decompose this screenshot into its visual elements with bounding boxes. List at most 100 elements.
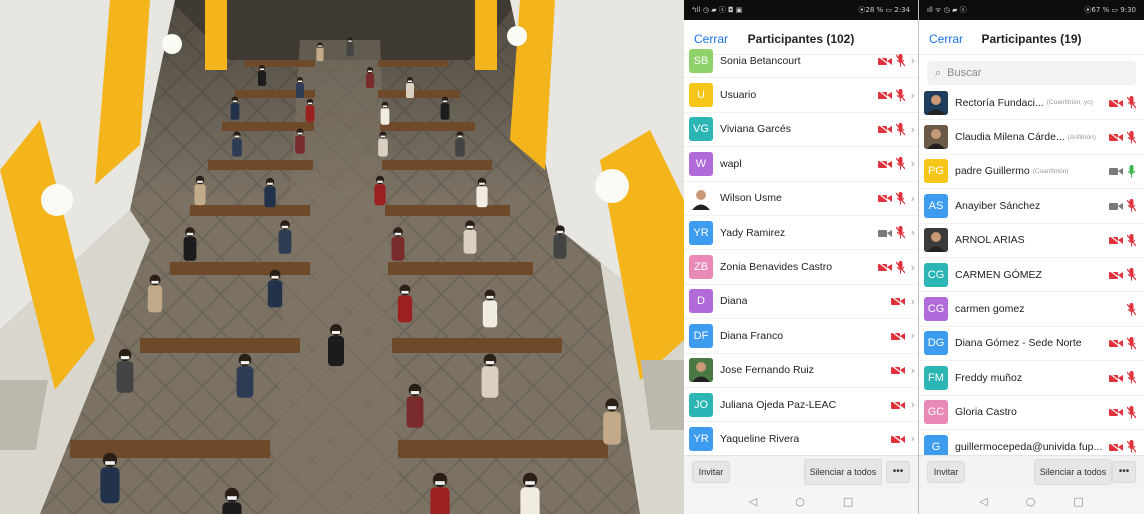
- participant-status-icons: [1109, 327, 1136, 360]
- participant-status-icons: ›: [877, 216, 915, 249]
- person-figure: [430, 487, 450, 514]
- participant-row[interactable]: DG Diana Gómez - Sede Norte: [919, 327, 1144, 362]
- participant-row[interactable]: ARNOL ARIAS: [919, 224, 1144, 258]
- video-off-icon: [890, 330, 905, 341]
- person-figure: [230, 103, 240, 120]
- person-figure: [482, 300, 498, 328]
- participant-row[interactable]: AS Anayiber Sánchez: [919, 189, 1144, 224]
- status-bar: ıll ᯤ ◷ ▰ ⓢ ⦿67 % ▭ 9:30: [919, 0, 1144, 20]
- search-icon: ⌕: [935, 66, 942, 79]
- person-head: [233, 131, 241, 139]
- avatar-initials: CG: [924, 297, 948, 322]
- person-head: [605, 398, 619, 412]
- invite-button[interactable]: Invitar: [692, 461, 730, 483]
- more-options-button[interactable]: •••: [886, 461, 910, 483]
- recents-nav-icon[interactable]: □: [1073, 495, 1083, 508]
- home-nav-icon[interactable]: ○: [1026, 495, 1036, 508]
- person-head: [265, 177, 275, 187]
- face-mask: [394, 232, 402, 236]
- person-icon: [689, 358, 713, 383]
- participant-status-icons: ›: [890, 388, 915, 421]
- mute-all-button[interactable]: Silenciar a todos: [804, 459, 882, 485]
- participant-row[interactable]: Jose Fernando Ruiz ›: [684, 354, 918, 388]
- participant-name: guillermocepeda@univida fup...: [955, 440, 1103, 453]
- participant-row[interactable]: DF Diana Franco ›: [684, 319, 918, 354]
- battery-time: ⦿28 % ▭ 2:34: [858, 6, 910, 14]
- face-mask: [227, 496, 237, 500]
- more-options-button[interactable]: •••: [1112, 461, 1136, 483]
- video-off-icon: [1109, 269, 1123, 280]
- participant-name: Rectoría Fundaci...: [955, 96, 1044, 109]
- battery-time: ⦿67 % ▭ 9:30: [1084, 6, 1136, 14]
- face-mask: [466, 225, 474, 229]
- person-head: [195, 175, 205, 185]
- participant-row[interactable]: YR Yaqueline Rivera ›: [684, 422, 918, 457]
- face-mask: [485, 361, 495, 365]
- participants-footer: Invitar Silenciar a todos •••: [919, 455, 1144, 488]
- participant-row[interactable]: VG Viviana Garcés ›: [684, 113, 918, 148]
- participant-row[interactable]: Wwapl ›: [684, 147, 918, 182]
- video-off-icon: [877, 124, 892, 135]
- face-mask: [297, 132, 303, 135]
- participant-row[interactable]: Wilson Usme ›: [684, 182, 918, 216]
- participant-row[interactable]: Claudia Milena Cárde... (Anfitrión): [919, 120, 1144, 155]
- chevron-right-icon[interactable]: ›: [911, 123, 915, 136]
- android-nav-bar: ◁ ○ □: [684, 488, 918, 514]
- chevron-right-icon[interactable]: ›: [911, 54, 915, 67]
- home-nav-icon[interactable]: ○: [795, 495, 805, 508]
- video-off-icon: [1109, 441, 1123, 452]
- participant-name: wapl: [720, 157, 742, 170]
- chevron-right-icon[interactable]: ›: [911, 192, 915, 205]
- participant-row[interactable]: CG CARMEN GÓMEZ: [919, 258, 1144, 293]
- face-mask: [332, 331, 340, 334]
- mic-muted-icon: [1127, 96, 1136, 109]
- participant-row[interactable]: U Usuario ›: [684, 78, 918, 113]
- participant-name: Jose Fernando Ruiz: [720, 364, 814, 377]
- recents-nav-icon[interactable]: □: [843, 495, 853, 508]
- chevron-right-icon[interactable]: ›: [911, 89, 915, 102]
- person-figure: [520, 487, 540, 514]
- participant-row[interactable]: JO Juliana Ojeda Paz-LEAC ›: [684, 388, 918, 423]
- participant-list[interactable]: Rectoría Fundaci... (Coanfitrión, yo) Clau…: [919, 86, 1144, 461]
- invite-button[interactable]: Invitar: [927, 461, 965, 483]
- participant-row[interactable]: PG padre Guillermo (Coanfitrión): [919, 155, 1144, 190]
- chevron-right-icon[interactable]: ›: [911, 398, 915, 411]
- participant-row[interactable]: ZB Zonia Benavides Castro ›: [684, 250, 918, 285]
- mic-muted-icon: [895, 191, 905, 205]
- participant-list[interactable]: SB Sonia Betancourt › U Usuario › VG Viviana Ga…: [684, 44, 918, 461]
- participant-name: Sonia Betancourt: [720, 54, 801, 67]
- video-off-icon: [1109, 338, 1123, 349]
- participant-row[interactable]: Rectoría Fundaci... (Coanfitrión, yo): [919, 86, 1144, 121]
- chevron-right-icon[interactable]: ›: [911, 329, 915, 342]
- mic-muted-icon: [1127, 199, 1136, 212]
- person-head: [367, 67, 373, 73]
- chevron-right-icon[interactable]: ›: [911, 226, 915, 239]
- mic-muted-icon: [895, 88, 905, 102]
- back-nav-icon[interactable]: ◁: [749, 495, 757, 508]
- participant-name: Juliana Ojeda Paz-LEAC: [720, 398, 837, 411]
- status-indicators: ⁴ıll ◷ ▰ ⓢ ◘ ▣: [692, 6, 743, 14]
- face-mask: [408, 80, 412, 82]
- back-nav-icon[interactable]: ◁: [979, 495, 987, 508]
- avatar-initials: DF: [689, 323, 713, 348]
- video-on-icon: [1109, 168, 1123, 176]
- avatar-initials: D: [689, 289, 713, 314]
- chevron-right-icon[interactable]: ›: [911, 261, 915, 274]
- avatar-initials: ZB: [689, 255, 713, 280]
- person-head: [483, 353, 497, 367]
- chevron-right-icon[interactable]: ›: [911, 295, 915, 308]
- participant-row[interactable]: YR Yady Ramirez ›: [684, 216, 918, 251]
- person-figure: [305, 105, 315, 122]
- participant-row[interactable]: FM Freddy muñoz: [919, 361, 1144, 396]
- person-figure: [603, 411, 621, 445]
- person-head: [224, 487, 240, 503]
- chevron-right-icon[interactable]: ›: [911, 364, 915, 377]
- chevron-right-icon[interactable]: ›: [911, 432, 915, 445]
- participant-row[interactable]: D Diana ›: [684, 285, 918, 320]
- participant-row[interactable]: CG carmen gomez: [919, 292, 1144, 327]
- participant-row[interactable]: SB Sonia Betancourt ›: [684, 44, 918, 79]
- chevron-right-icon[interactable]: ›: [911, 157, 915, 170]
- mute-all-button[interactable]: Silenciar a todos: [1034, 459, 1112, 485]
- participant-row[interactable]: GC Gloria Castro: [919, 396, 1144, 430]
- search-input[interactable]: ⌕ Buscar: [927, 61, 1136, 85]
